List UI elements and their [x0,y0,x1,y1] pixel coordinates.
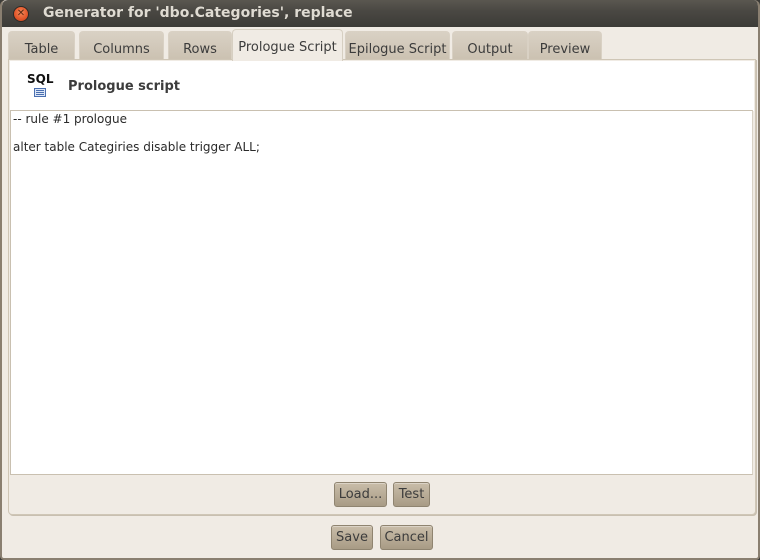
tab-preview[interactable]: Preview [528,31,602,60]
list-icon [34,88,46,97]
tab-bar: Table Columns Rows Prologue Script Epilo… [8,29,756,61]
test-button[interactable]: Test [393,482,430,507]
editor-line: alter table Categiries disable trigger A… [13,140,260,154]
prologue-script-panel: SQL Prologue script -- rule #1 prologue … [8,59,756,515]
title-bar[interactable]: ✕ Generator for 'dbo.Categories', replac… [2,0,758,27]
tab-prologue-script[interactable]: Prologue Script [232,29,343,61]
tab-rows[interactable]: Rows [168,31,232,60]
generator-dialog: ✕ Generator for 'dbo.Categories', replac… [0,0,760,560]
tab-table[interactable]: Table [8,31,75,60]
sql-script-icon: SQL [27,72,54,100]
load-button[interactable]: Load... [334,482,387,507]
panel-title: Prologue script [68,79,180,94]
tab-epilogue-script[interactable]: Epilogue Script [345,31,450,60]
close-button[interactable]: ✕ [13,6,29,22]
script-editor[interactable]: -- rule #1 prologue alter table Categiri… [10,110,753,475]
tab-columns[interactable]: Columns [79,31,164,60]
tab-output[interactable]: Output [452,31,528,60]
save-button[interactable]: Save [331,525,373,550]
cancel-button[interactable]: Cancel [380,525,433,550]
panel-header: SQL Prologue script [10,61,754,111]
editor-line: -- rule #1 prologue [13,112,127,126]
window-title: Generator for 'dbo.Categories', replace [43,5,353,21]
close-icon: ✕ [16,8,26,19]
